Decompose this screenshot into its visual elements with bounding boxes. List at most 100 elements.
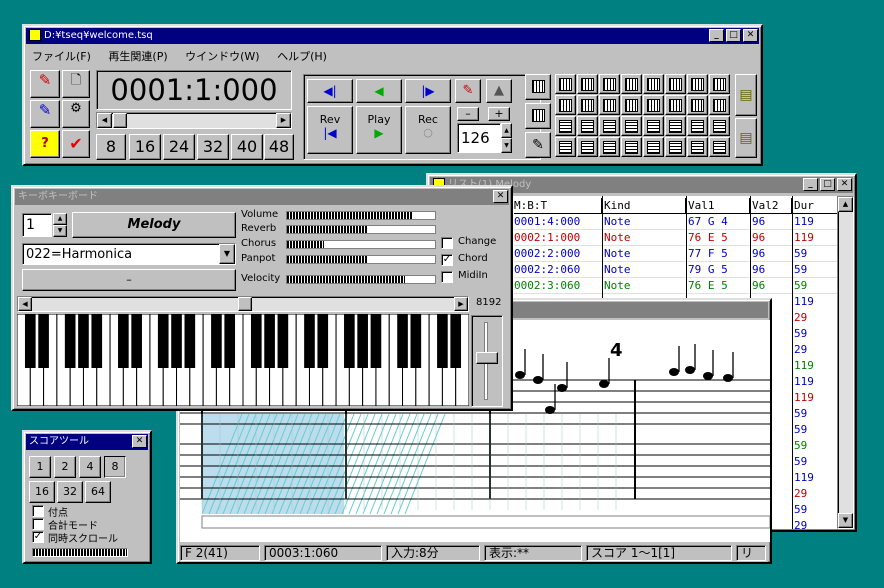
header-val1[interactable]: Val1 [686,198,750,213]
black-key[interactable] [131,314,142,368]
note-length-8-button[interactable]: 8 [104,456,126,478]
track-10-button[interactable] [577,95,598,115]
track-14-button[interactable] [665,95,686,115]
list-cell-v1[interactable]: 77 F 5 [688,246,750,261]
note-length-4-button[interactable]: 4 [79,456,101,478]
black-key[interactable] [277,314,289,368]
track-3-button[interactable] [599,74,620,94]
note-length-2-button[interactable]: 2 [54,456,76,478]
list-cell-v1[interactable]: 76 E 5 [688,278,750,293]
black-key[interactable] [264,314,275,368]
scroll-right-button[interactable]: ▶ [276,113,291,128]
track-31-button[interactable] [687,137,708,157]
piano-keyboard[interactable] [17,314,469,406]
program-dropdown-button[interactable]: ▼ [219,244,235,264]
quant-40-button[interactable]: 40 [231,134,263,160]
list-cell-v1[interactable]: 79 G 5 [688,262,750,277]
list-cell-kind[interactable]: Note [604,246,684,261]
black-key[interactable] [304,314,315,368]
pitch-bend-thumb[interactable] [476,352,498,364]
keyboard-title-bar[interactable]: キーボキーボード ✕ [15,189,509,205]
list-cell-dur[interactable]: 29 [794,486,837,501]
note-head[interactable] [703,372,713,380]
black-key[interactable] [410,314,422,368]
black-key[interactable] [171,314,182,368]
black-key[interactable] [157,314,169,368]
tempo-plus-button[interactable]: + [488,107,510,121]
list-cell-dur[interactable]: 59 [794,262,837,277]
track-32-button[interactable] [709,137,730,157]
note-head[interactable] [669,368,679,376]
list-cell-dur[interactable]: 119 [794,374,837,389]
tempo-minus-button[interactable]: – [457,107,479,121]
tempo-up-button[interactable]: ▲ [501,123,512,138]
list-cell-dur[interactable]: 59 [794,246,837,261]
black-key[interactable] [118,314,129,368]
quant-16-button[interactable]: 16 [129,134,161,160]
track-6-button[interactable] [665,74,686,94]
note-length-64-button[interactable]: 64 [85,481,111,503]
track-2-button[interactable] [577,74,598,94]
scoretool-checkbox[interactable]: ✓ [32,531,44,543]
list-cell-kind[interactable]: Note [604,278,684,293]
note-head[interactable] [685,366,695,374]
list-cell-dur[interactable]: 59 [794,422,837,437]
menu-file[interactable]: ファイル(F) [32,50,91,63]
header-dur[interactable]: Dur [792,198,837,213]
menu-playback[interactable]: 再生関連(P) [108,50,167,63]
black-key[interactable] [211,314,222,368]
kb-scroll-thumb[interactable] [238,297,252,311]
slider-chorus[interactable] [286,240,436,249]
quant-8-button[interactable]: 8 [96,134,126,160]
skip-back-button[interactable]: ◀| [307,79,353,103]
note-length-16-button[interactable]: 16 [29,481,55,503]
black-key[interactable] [437,314,448,368]
track-27-button[interactable] [599,137,620,157]
list-cell-dur[interactable]: 29 [794,310,837,325]
channel-down-button[interactable]: ▼ [53,225,67,237]
track-18-button[interactable] [577,116,598,136]
track-5-button[interactable] [643,74,664,94]
track-15-button[interactable] [687,95,708,115]
list-cell-v1[interactable]: 67 G 4 [688,214,750,229]
track-23-button[interactable] [687,116,708,136]
list-cell-kind[interactable]: Note [604,262,684,277]
black-key[interactable] [78,314,89,368]
track-29-button[interactable] [643,137,664,157]
scoretool-close-button[interactable]: ✕ [132,435,147,448]
skip-forward-button[interactable]: |▶ [405,79,451,103]
black-key[interactable] [250,314,262,368]
menu-help[interactable]: ヘルプ(H) [277,50,327,63]
list-cell-dur[interactable]: 119 [794,294,837,309]
rev-button[interactable]: Rev |◀ [307,106,353,154]
new-file-button[interactable]: 🗋 [62,70,90,98]
list-cell-v2[interactable]: 96 [752,262,792,277]
metronome-button[interactable]: ▲ [486,79,512,103]
step-back-button[interactable]: ◀ [356,79,402,103]
menu-window[interactable]: ウインドウ(W) [185,50,259,63]
list-cell-dur[interactable]: 119 [794,230,837,245]
tempo-down-button[interactable]: ▼ [501,138,512,153]
tool-button-1[interactable]: ✎ [30,70,60,98]
list-cell-dur[interactable]: 119 [794,358,837,373]
program-select[interactable]: 022=Harmonica ▼ [22,243,236,265]
play-button[interactable]: Play ▶ [356,106,402,154]
black-key[interactable] [357,314,368,368]
piano-roll-button[interactable] [525,103,551,129]
minimize-button[interactable]: _ [709,29,724,42]
black-key[interactable] [317,314,329,368]
track-17-button[interactable] [555,116,576,136]
black-key[interactable] [370,314,382,368]
black-key[interactable] [224,314,236,368]
channel-field[interactable]: 1 [22,213,52,237]
slider-velocity[interactable] [286,275,436,284]
track-8-button[interactable] [709,74,730,94]
main-title-bar[interactable]: D:¥tseq¥welcome.tsq _ □ ✕ [26,28,759,44]
slider-reverb[interactable] [286,225,436,234]
track-4-button[interactable] [621,74,642,94]
position-scrollbar[interactable]: ◀ ▶ [96,112,292,129]
track-name-button[interactable]: Melody [72,212,236,238]
track-7-button[interactable] [687,74,708,94]
maximize-button[interactable]: □ [726,29,741,42]
note-head[interactable] [515,371,525,379]
